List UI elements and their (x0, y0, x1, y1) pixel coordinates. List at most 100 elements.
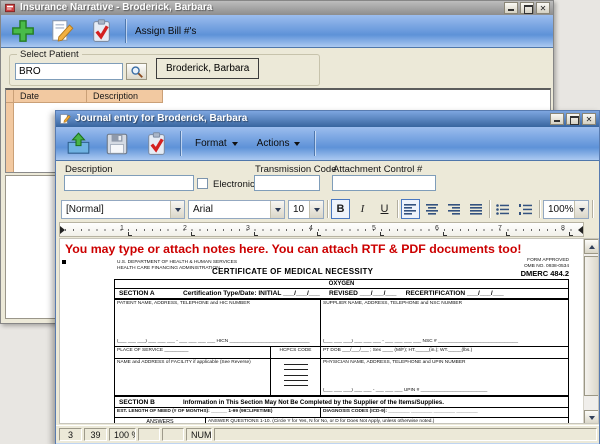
attachment-control-input[interactable] (332, 175, 436, 191)
format-menu-button[interactable]: Format (190, 132, 243, 156)
left-indent-marker[interactable] (60, 226, 65, 234)
close-button[interactable] (582, 113, 596, 125)
transmission-code-label: Transmission Code (255, 164, 336, 175)
tab-stop-marker[interactable] (128, 232, 132, 236)
select-patient-label: Select Patient (17, 49, 82, 60)
ruler-number: 7 (498, 225, 502, 232)
facility-cell: NAME and ADDRESS of FACILITY if applicab… (115, 359, 271, 395)
patient-search-input[interactable] (15, 63, 123, 80)
tab-stop-marker[interactable] (506, 232, 510, 236)
transmission-code-input[interactable] (254, 175, 320, 191)
right-indent-marker[interactable] (578, 226, 583, 234)
grid-column-description[interactable]: Description (87, 90, 163, 103)
tab-stop-marker[interactable] (317, 232, 321, 236)
cmn-form: OXYGEN SECTION A Certification Type/Date… (114, 279, 569, 424)
minimize-button[interactable] (504, 2, 518, 14)
status-bar: 3 39 100 % NUM (56, 425, 599, 442)
paragraph-style-combo[interactable]: [Normal] (61, 200, 185, 219)
patient-search-button[interactable] (126, 63, 147, 80)
form-subtitle-row: OXYGEN (115, 280, 568, 289)
align-center-button[interactable] (423, 199, 442, 219)
scroll-up-button[interactable] (584, 239, 599, 254)
physician-phone-line: (___ ___ ___) ___ ___ - ___ ___ ___ UPIN… (323, 388, 566, 394)
underline-button[interactable]: U (375, 199, 394, 219)
tab-stop-marker[interactable] (569, 232, 573, 236)
tab-stop-marker[interactable] (191, 232, 195, 236)
hcpcs-label-cell: HCPCS CODE (271, 347, 321, 358)
section-b-label: SECTION B (115, 399, 183, 406)
description-input[interactable] (64, 175, 194, 191)
status-num-lock: NUM (186, 428, 212, 441)
object-selection-handle[interactable] (62, 260, 66, 264)
edit-narrative-button[interactable] (47, 17, 77, 45)
scrollbar-thumb[interactable] (584, 256, 599, 396)
import-attach-button[interactable] (63, 130, 93, 158)
tab-stop-marker[interactable] (380, 232, 384, 236)
form-approved-block: FORM APPROVED OMB NO. 0938-0534 DMERC 48… (521, 258, 569, 278)
facility-physician-row: NAME and ADDRESS of FACILITY if applicab… (115, 359, 568, 397)
ruler-number: 1 (120, 225, 124, 232)
numbered-list-button[interactable] (516, 199, 536, 219)
form-subtitle: OXYGEN (329, 281, 355, 287)
maximize-button[interactable] (520, 2, 534, 14)
plus-icon (10, 18, 36, 44)
font-family-value: Arial (193, 204, 213, 215)
font-size-combo[interactable]: 10 (288, 200, 324, 219)
hcpcs-blank-line (284, 375, 308, 376)
document-area: You may type or attach notes here. You c… (59, 238, 599, 424)
format-toolbar: [Normal] Arial 10 B I U (56, 197, 599, 221)
document-page[interactable]: You may type or attach notes here. You c… (60, 239, 585, 424)
save-button[interactable] (102, 130, 132, 158)
show-paragraph-marks-button[interactable]: ¶ (596, 199, 599, 219)
patient-supplier-row: PATIENT NAME, ADDRESS, TELEPHONE and HIC… (115, 300, 568, 347)
electronic-checkbox[interactable] (197, 178, 208, 189)
answers-row: ANSWERS ANSWER QUESTIONS 1-10. (Circle Y… (115, 418, 568, 424)
format-separator (539, 200, 540, 218)
tab-stop-marker[interactable] (443, 232, 447, 236)
form-approved-line-1: FORM APPROVED (521, 258, 569, 264)
ruler[interactable]: 1 2 3 4 5 6 7 8 (59, 222, 584, 237)
vertical-scrollbar[interactable] (583, 239, 598, 424)
toolbar-separator (180, 131, 181, 156)
floppy-disk-icon (104, 131, 130, 157)
close-button[interactable] (536, 2, 550, 14)
font-family-combo[interactable]: Arial (188, 200, 285, 219)
spell-check-button[interactable] (141, 130, 171, 158)
align-justify-button[interactable] (467, 199, 486, 219)
verify-narrative-button[interactable] (86, 17, 116, 45)
grid-column-date[interactable]: Date (14, 90, 87, 103)
bold-button[interactable]: B (331, 199, 350, 219)
align-left-button[interactable] (401, 199, 420, 219)
patient-header: PATIENT NAME, ADDRESS, TELEPHONE and HIC… (117, 301, 250, 306)
add-narrative-button[interactable] (8, 17, 38, 45)
journal-window-title: Journal entry for Broderick, Barbara (75, 114, 546, 124)
italic-button[interactable]: I (353, 199, 372, 219)
form-title: CERTIFICATE OF MEDICAL NECESSITY (212, 267, 373, 276)
insurance-title-bar[interactable]: Insurance Narrative - Broderick, Barbara (1, 1, 553, 15)
font-size-value: 10 (293, 204, 304, 215)
maximize-button[interactable] (566, 113, 580, 125)
status-zoom: 100 % (109, 428, 136, 441)
journal-entry-window: Journal entry for Broderick, Barbara For… (55, 110, 600, 444)
journal-title-bar[interactable]: Journal entry for Broderick, Barbara (56, 111, 599, 127)
assign-bill-numbers-button[interactable]: Assign Bill #'s (135, 26, 196, 37)
ruler-number: 8 (561, 225, 565, 232)
grid-selector-header (6, 90, 14, 103)
hcpcs-blanks-cell (271, 359, 321, 395)
format-separator (397, 200, 398, 218)
place-of-service-row: PLACE OF SERVICE _________ HCPCS CODE PT… (115, 347, 568, 359)
insurance-window-title: Insurance Narrative - Broderick, Barbara (20, 3, 500, 13)
journal-app-icon (59, 113, 71, 125)
tab-stop-marker[interactable] (254, 232, 258, 236)
chevron-down-icon (270, 201, 284, 218)
ruler-number: 5 (372, 225, 376, 232)
chevron-down-icon (294, 142, 300, 146)
bullet-list-button[interactable] (493, 199, 513, 219)
insurance-toolbar: Assign Bill #'s (1, 15, 553, 48)
zoom-combo[interactable]: 100% (543, 200, 589, 219)
supplier-cell: SUPPLIER NAME, ADDRESS, TELEPHONE and NS… (321, 300, 568, 346)
scroll-down-button[interactable] (584, 410, 599, 424)
minimize-button[interactable] (550, 113, 564, 125)
actions-menu-button[interactable]: Actions (252, 132, 306, 156)
align-right-button[interactable] (445, 199, 464, 219)
